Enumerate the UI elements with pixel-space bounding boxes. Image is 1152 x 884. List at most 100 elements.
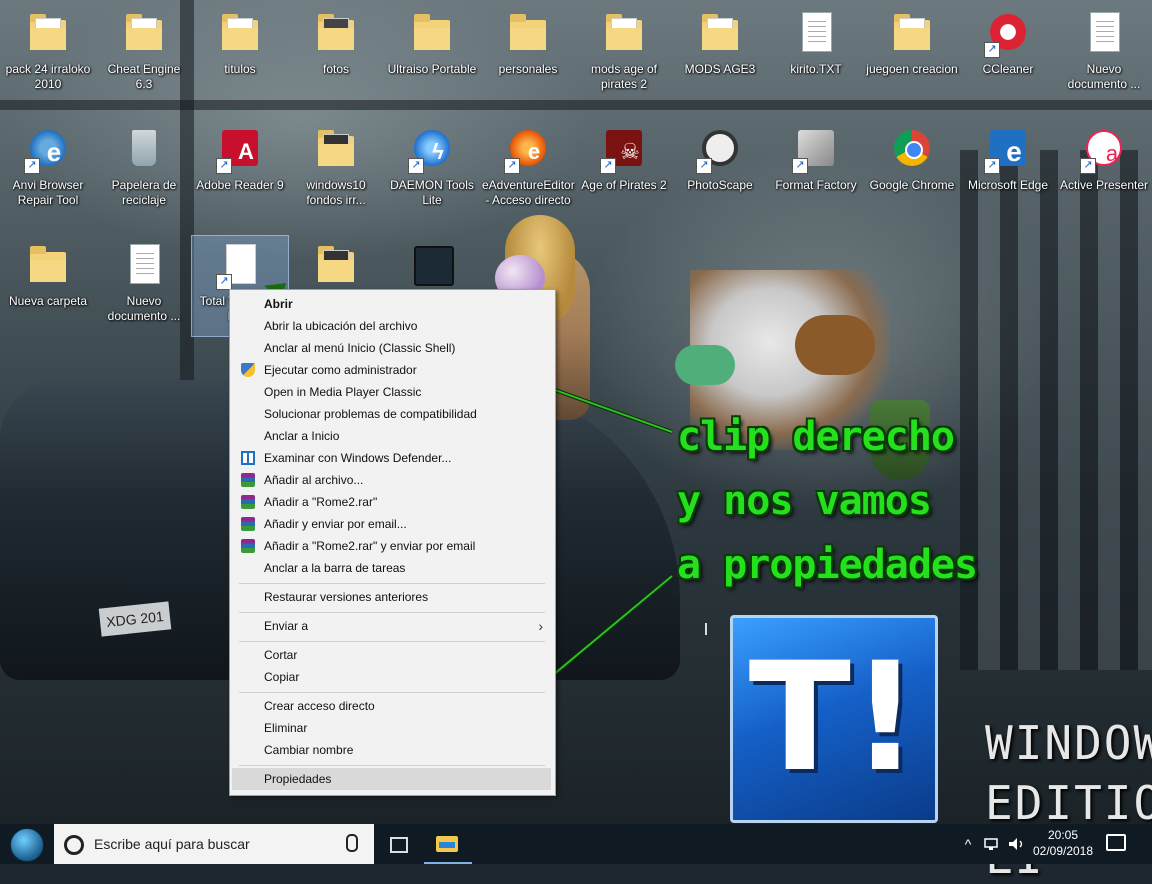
- desktop-icon-active-presenter[interactable]: a ↗ Active Presenter: [1056, 120, 1152, 230]
- annotation-line-2: y nos vamos: [677, 478, 932, 524]
- desktop-icon-label: windows10 fondos irr...: [306, 178, 366, 207]
- desktop-icon-label: DAEMON Tools Lite: [390, 178, 474, 207]
- clock[interactable]: 20:05 02/09/2018: [1028, 827, 1098, 859]
- menu-item-label: Solucionar problemas de compatibilidad: [264, 407, 477, 421]
- menu-item-cortar[interactable]: Cortar: [232, 644, 551, 666]
- desktop-icon-anvi-browser[interactable]: e ↗ Anvi Browser Repair Tool: [0, 120, 96, 230]
- desktop-icon-mods-age3[interactable]: MODS AGE3: [672, 4, 768, 114]
- desktop-icon-juegoen-creacion[interactable]: juegoen creacion: [864, 4, 960, 114]
- desktop-icon-label: titulos: [224, 62, 256, 76]
- t-logo-text: T!: [748, 631, 920, 805]
- desktop-icon-ultraiso[interactable]: Ultraiso Portable: [384, 4, 480, 114]
- menu-item-label: Enviar a: [264, 619, 309, 633]
- menu-item-propiedades[interactable]: Propiedades: [232, 768, 551, 790]
- uac-shield-icon: [241, 363, 255, 377]
- desktop-icon-format-factory[interactable]: ↗ Format Factory: [768, 120, 864, 230]
- desktop-icon-label: Cheat Engine 6.3: [107, 62, 181, 91]
- menu-item-abrir[interactable]: Abrir: [232, 293, 551, 315]
- menu-item-label: Copiar: [264, 670, 300, 684]
- desktop-icon-label: personales: [498, 62, 558, 76]
- recycle-bin-icon: [132, 130, 156, 166]
- menu-item-anadir-enviar-email[interactable]: Añadir y enviar por email...: [232, 513, 551, 535]
- desktop-icon-titulos[interactable]: titulos: [192, 4, 288, 114]
- desktop-icon-nueva-carpeta[interactable]: Nueva carpeta: [0, 236, 96, 346]
- desktop-icon-kirito-txt[interactable]: kirito.TXT: [768, 4, 864, 114]
- microphone-icon[interactable]: [346, 834, 358, 852]
- menu-item-anadir-archivo[interactable]: Añadir al archivo...: [232, 469, 551, 491]
- wallpaper-figure-shorts: [675, 345, 735, 385]
- desktop-icon-fotos[interactable]: fotos: [288, 4, 384, 114]
- desktop-icon-google-chrome[interactable]: Google Chrome: [864, 120, 960, 230]
- desktop-icon-personales[interactable]: personales: [480, 4, 576, 114]
- submenu-chevron-right-icon: ›: [538, 618, 543, 634]
- task-view-icon: [390, 837, 408, 853]
- desktop-icon-eadventure[interactable]: e ↗ eAdventureEditor - Acceso directo: [480, 120, 576, 230]
- network-icon[interactable]: [982, 824, 1004, 864]
- menu-item-anclar-inicio[interactable]: Anclar a Inicio: [232, 425, 551, 447]
- windows-defender-icon: [241, 451, 255, 465]
- task-view-button[interactable]: [374, 824, 422, 864]
- menu-item-label: Propiedades: [264, 772, 332, 786]
- desktop-icon-label: Active Presenter: [1059, 178, 1149, 192]
- menu-item-label: Open in Media Player Classic: [264, 385, 422, 399]
- menu-item-label: Ejecutar como administrador: [264, 363, 417, 377]
- menu-item-anclar-barra-tareas[interactable]: Anclar a la barra de tareas: [232, 557, 551, 579]
- volume-icon[interactable]: [1006, 824, 1028, 864]
- desktop-icon-label: fotos: [322, 62, 349, 76]
- desktop-icon-adobe-reader[interactable]: A ↗ Adobe Reader 9: [192, 120, 288, 230]
- menu-item-abrir-ubicacion[interactable]: Abrir la ubicación del archivo: [232, 315, 551, 337]
- menu-item-enviar-a[interactable]: Enviar a ›: [232, 615, 551, 637]
- tray-chevron-icon[interactable]: ^: [958, 824, 978, 864]
- menu-item-copiar[interactable]: Copiar: [232, 666, 551, 688]
- desktop-icon-photoscape[interactable]: ↗ PhotoScape: [672, 120, 768, 230]
- start-button[interactable]: [0, 824, 54, 864]
- desktop-icon-label: Adobe Reader 9: [196, 178, 284, 192]
- desktop-icon-microsoft-edge[interactable]: e ↗ Microsoft Edge: [960, 120, 1056, 230]
- menu-item-ejecutar-admin[interactable]: Ejecutar como administrador: [232, 359, 551, 381]
- desktop-icon-label: PhotoScape: [687, 178, 753, 192]
- menu-item-label: Añadir a "Rome2.rar" y enviar por email: [264, 539, 476, 553]
- desktop-icon-label: Microsoft Edge: [967, 178, 1049, 192]
- taskbar: Escribe aquí para buscar ^ 20:05 02/09/2…: [0, 824, 1152, 864]
- winrar-icon: [241, 495, 255, 509]
- desktop-icon-label: MODS AGE3: [684, 62, 756, 76]
- menu-item-open-mpc[interactable]: Open in Media Player Classic: [232, 381, 551, 403]
- desktop-icon-label: CCleaner: [982, 62, 1034, 76]
- desktop-icon-label: mods age of pirates 2: [590, 62, 658, 91]
- menu-item-windows-defender[interactable]: Examinar con Windows Defender...: [232, 447, 551, 469]
- desktop-icon-nuevo-documento-2[interactable]: Nuevo documento ...: [96, 236, 192, 346]
- desktop-icon-nuevo-documento[interactable]: Nuevo documento ...: [1056, 4, 1152, 114]
- menu-item-label: Crear acceso directo: [264, 699, 375, 713]
- start-orb-icon: [10, 828, 44, 862]
- desktop-icon-windows10-fondos[interactable]: windows10 fondos irr...: [288, 120, 384, 230]
- menu-item-cambiar-nombre[interactable]: Cambiar nombre: [232, 739, 551, 761]
- menu-item-crear-acceso-directo[interactable]: Crear acceso directo: [232, 695, 551, 717]
- watermark-line-1: WINDOWS: [985, 716, 1152, 770]
- search-box[interactable]: Escribe aquí para buscar: [54, 824, 374, 864]
- menu-item-solucionar-compatibilidad[interactable]: Solucionar problemas de compatibilidad: [232, 403, 551, 425]
- menu-item-restaurar-versiones[interactable]: Restaurar versiones anteriores: [232, 586, 551, 608]
- menu-item-anadir-rome2-email[interactable]: Añadir a "Rome2.rar" y enviar por email: [232, 535, 551, 557]
- shortcut-arrow-icon: ↗: [216, 274, 232, 290]
- menu-item-eliminar[interactable]: Eliminar: [232, 717, 551, 739]
- action-center-icon[interactable]: [1106, 834, 1126, 851]
- desktop-icon-papelera[interactable]: Papelera de reciclaje: [96, 120, 192, 230]
- desktop-icon-ccleaner[interactable]: ↗ CCleaner: [960, 4, 1056, 114]
- clock-date: 02/09/2018: [1032, 844, 1094, 858]
- file-explorer-button[interactable]: [424, 824, 472, 864]
- wallpaper-figure-hat: [795, 315, 875, 375]
- menu-item-anclar-menu-inicio-classic[interactable]: Anclar al menú Inicio (Classic Shell): [232, 337, 551, 359]
- desktop-icon-age-of-pirates[interactable]: ☠ ↗ Age of Pirates 2: [576, 120, 672, 230]
- menu-item-anadir-rome2[interactable]: Añadir a "Rome2.rar": [232, 491, 551, 513]
- menu-item-label: Añadir a "Rome2.rar": [264, 495, 378, 509]
- desktop-icon-cheat-engine[interactable]: Cheat Engine 6.3: [96, 4, 192, 114]
- desktop-icon-daemon-tools[interactable]: ϟ ↗ DAEMON Tools Lite: [384, 120, 480, 230]
- file-explorer-icon: [436, 836, 458, 852]
- annotation-line-3: a propiedades: [677, 542, 978, 588]
- menu-item-label: Eliminar: [264, 721, 308, 735]
- menu-item-label: Añadir y enviar por email...: [264, 517, 407, 531]
- desktop-icon-label: Nuevo documento ...: [107, 294, 181, 323]
- desktop-icon-mods-age-pirates[interactable]: mods age of pirates 2: [576, 4, 672, 114]
- desktop-icon-pack24[interactable]: pack 24 irraloko 2010: [0, 4, 96, 114]
- annotation-line-1: clip derecho: [677, 414, 955, 460]
